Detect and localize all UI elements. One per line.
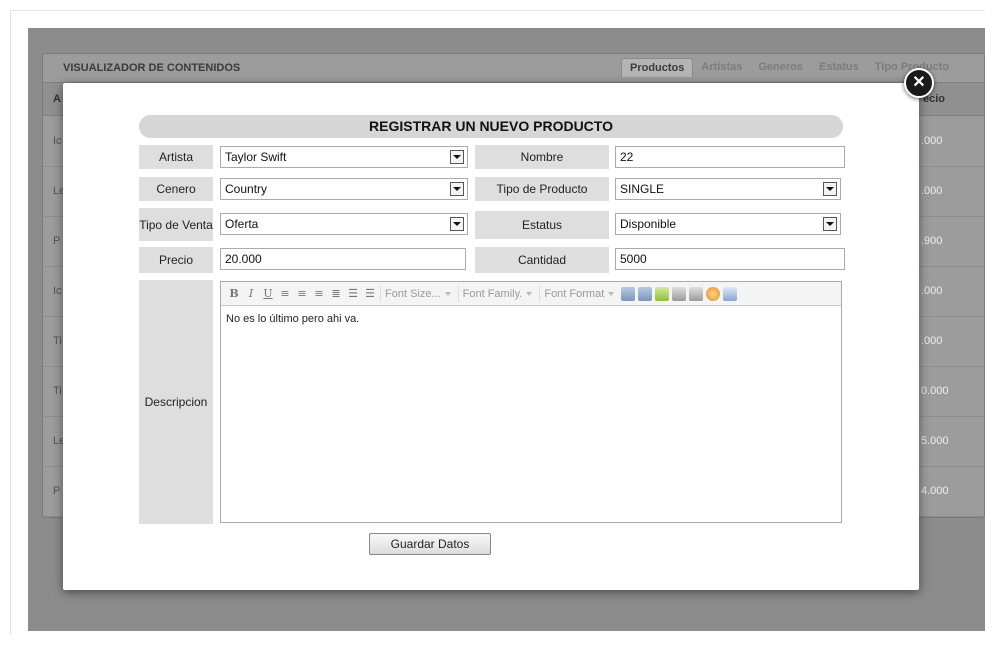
font-family-dropdown[interactable]: Font Family. bbox=[457, 285, 537, 302]
chevron-down-icon bbox=[526, 291, 533, 296]
align-left-icon[interactable]: ≡ bbox=[278, 287, 292, 301]
chevron-down-icon[interactable] bbox=[450, 182, 464, 196]
cell: P bbox=[53, 235, 61, 247]
tipo-venta-label: Tipo de Venta bbox=[139, 208, 213, 241]
estatus-value: Disponible bbox=[620, 217, 677, 231]
bold-button[interactable]: B bbox=[227, 287, 241, 301]
panel-title: VISUALIZADOR DE CONTENIDOS bbox=[63, 62, 241, 74]
cell: 4.000 bbox=[921, 485, 949, 497]
register-product-modal: REGISTRAR UN NUEVO PRODUCTO Artista Tayl… bbox=[63, 83, 919, 590]
bullet-list-icon[interactable]: ☰ bbox=[346, 287, 360, 301]
save-button[interactable]: Guardar Datos bbox=[369, 533, 491, 555]
descripcion-label: Descripcion bbox=[139, 280, 213, 524]
editor-toolbar: B I U ≡ ≡ ≡ ≣ ☰ ☰ Font Size... Font Fami… bbox=[221, 282, 841, 306]
cell: 0.000 bbox=[921, 385, 949, 397]
align-justify-icon[interactable]: ≣ bbox=[329, 287, 343, 301]
align-center-icon[interactable]: ≡ bbox=[295, 287, 309, 301]
image-icon[interactable] bbox=[706, 286, 721, 301]
genero-select[interactable]: Country bbox=[220, 178, 468, 200]
paint-brush-icon[interactable] bbox=[655, 286, 670, 301]
nombre-label: Nombre bbox=[475, 145, 609, 169]
tab-generos[interactable]: Generos bbox=[750, 58, 811, 77]
cell: .000 bbox=[921, 135, 943, 147]
font-size-label: Font Size... bbox=[385, 287, 441, 300]
descripcion-editor[interactable]: B I U ≡ ≡ ≡ ≣ ☰ ☰ Font Size... Font Fami… bbox=[220, 281, 842, 523]
cell: .000 bbox=[921, 285, 943, 297]
tipo-producto-select[interactable]: SINGLE bbox=[615, 178, 841, 200]
chevron-down-icon bbox=[608, 291, 615, 296]
cell: .000 bbox=[921, 335, 943, 347]
indent-icon[interactable] bbox=[638, 286, 653, 301]
underline-button[interactable]: U bbox=[261, 287, 275, 301]
cell: 5.000 bbox=[921, 435, 949, 447]
tipo-venta-value: Oferta bbox=[225, 217, 259, 231]
chevron-down-icon[interactable] bbox=[450, 217, 464, 231]
link-icon[interactable] bbox=[672, 286, 687, 301]
font-format-label: Font Format bbox=[544, 287, 605, 300]
artista-value: Taylor Swift bbox=[225, 150, 287, 164]
editor-content[interactable]: No es lo último pero ahi va. bbox=[226, 313, 359, 325]
font-size-dropdown[interactable]: Font Size... bbox=[380, 285, 455, 302]
cell: Ti bbox=[53, 335, 62, 347]
chevron-down-icon bbox=[444, 291, 451, 296]
font-format-dropdown[interactable]: Font Format bbox=[539, 285, 618, 302]
cell: Ti bbox=[53, 385, 62, 397]
precio-input[interactable]: 20.000 bbox=[220, 248, 466, 270]
cell: Ic bbox=[53, 135, 62, 147]
genero-value: Country bbox=[225, 182, 268, 196]
numbered-list-icon[interactable]: ☰ bbox=[363, 287, 377, 301]
chevron-down-icon[interactable] bbox=[823, 182, 837, 196]
chevron-down-icon[interactable] bbox=[823, 217, 837, 231]
nombre-input[interactable]: 22 bbox=[615, 146, 845, 168]
cell: Ic bbox=[53, 285, 62, 297]
align-right-icon[interactable]: ≡ bbox=[312, 287, 326, 301]
font-family-label: Font Family. bbox=[462, 287, 523, 300]
italic-button[interactable]: I bbox=[244, 287, 258, 301]
unlink-icon[interactable] bbox=[689, 286, 704, 301]
close-icon[interactable]: ✕ bbox=[904, 68, 934, 98]
tab-estatus[interactable]: Estatus bbox=[811, 58, 867, 77]
cantidad-input[interactable]: 5000 bbox=[615, 248, 845, 270]
cell: P bbox=[53, 485, 61, 497]
estatus-select[interactable]: Disponible bbox=[615, 213, 841, 235]
cantidad-label: Cantidad bbox=[475, 247, 609, 273]
tab-productos[interactable]: Productos bbox=[621, 58, 694, 77]
cell: .000 bbox=[921, 185, 943, 197]
outdent-icon[interactable] bbox=[621, 286, 636, 301]
artista-label: Artista bbox=[139, 145, 213, 169]
precio-label: Precio bbox=[139, 247, 213, 273]
chevron-down-icon[interactable] bbox=[450, 150, 464, 164]
estatus-label: Estatus bbox=[475, 211, 609, 239]
html-source-icon[interactable] bbox=[723, 286, 738, 301]
artista-select[interactable]: Taylor Swift bbox=[220, 146, 468, 168]
genero-label: Cenero bbox=[139, 177, 213, 201]
form-title: REGISTRAR UN NUEVO PRODUCTO bbox=[139, 115, 843, 138]
tipo-producto-label: Tipo de Producto bbox=[475, 177, 609, 201]
tipo-venta-select[interactable]: Oferta bbox=[220, 213, 468, 235]
tipo-producto-value: SINGLE bbox=[620, 182, 665, 196]
cell: .900 bbox=[921, 235, 943, 247]
column-header-a: A bbox=[53, 93, 61, 105]
tab-artistas[interactable]: Artistas bbox=[693, 58, 750, 77]
